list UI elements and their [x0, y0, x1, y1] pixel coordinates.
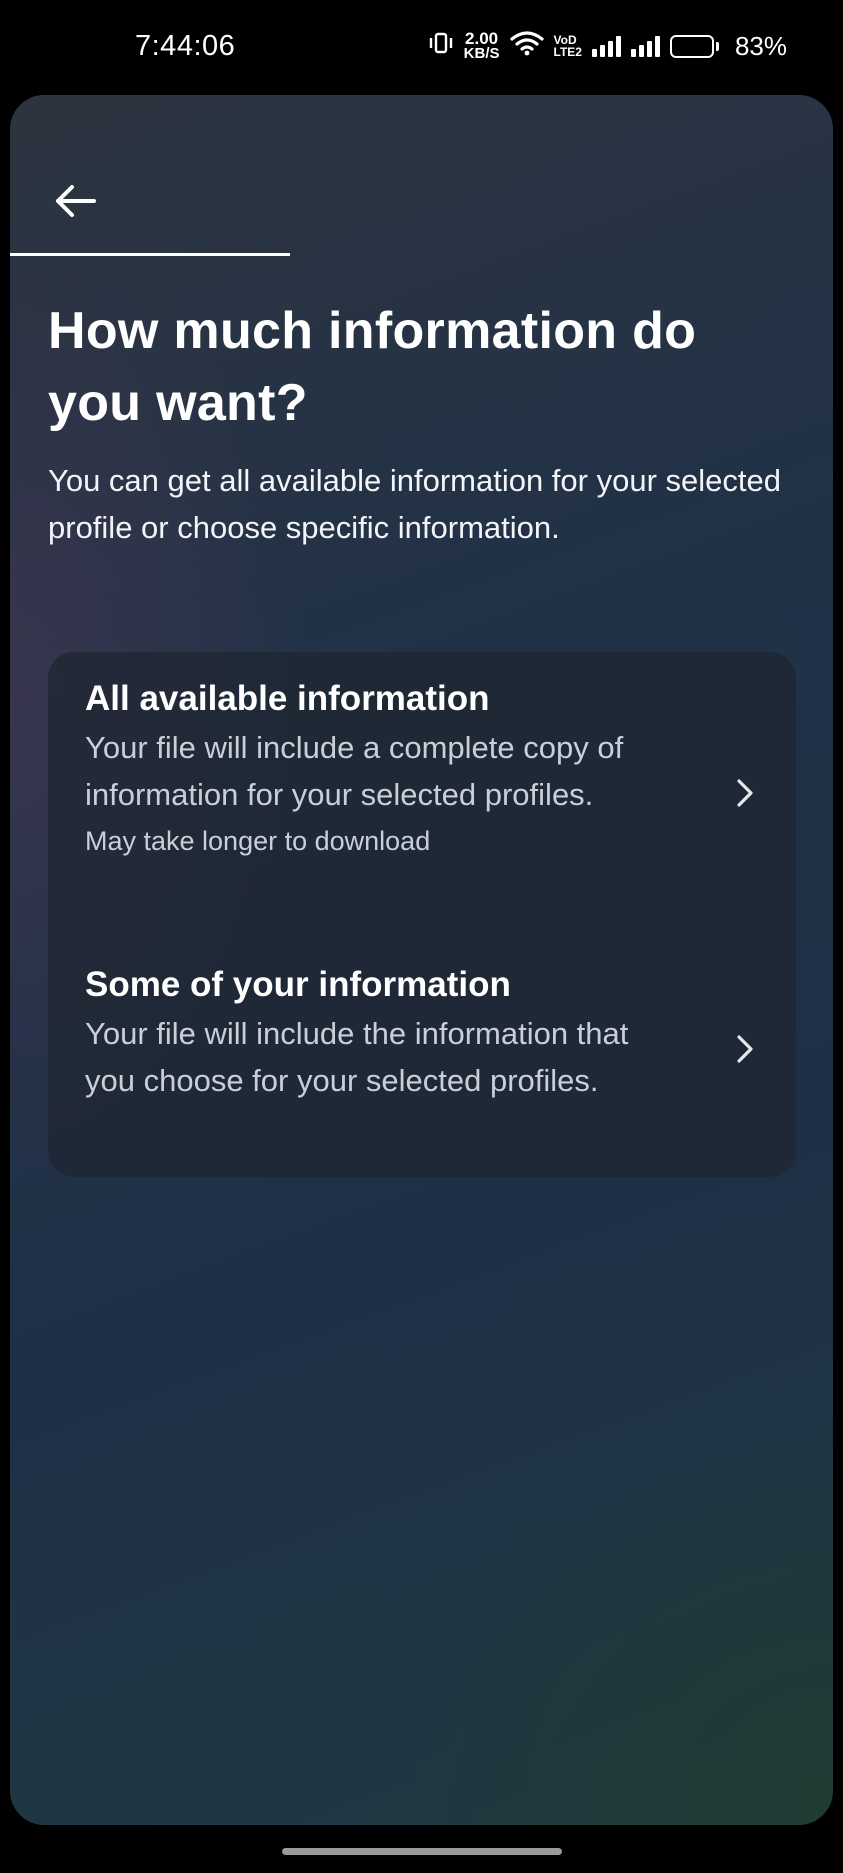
- option-title: All available information: [85, 679, 490, 718]
- option-description: Your file will include a complete copy o…: [85, 730, 624, 812]
- progress-fill: [10, 253, 290, 256]
- chevron-right-icon: [737, 779, 753, 807]
- bottom-sheet: How much information do you want? You ca…: [10, 95, 833, 1825]
- status-bar: 7:44:06 2.00 KB/S VoD LTE2 83%: [0, 0, 843, 92]
- status-time: 7:44:06: [135, 29, 236, 62]
- home-indicator[interactable]: [282, 1848, 562, 1855]
- option-title: Some of your information: [85, 965, 511, 1004]
- battery-icon: [669, 34, 719, 58]
- wifi-icon: [509, 30, 544, 63]
- battery-percent: 83%: [734, 30, 787, 61]
- chevron-right-icon: [737, 1035, 753, 1063]
- progress-bar: [10, 253, 833, 256]
- arrow-left-icon: [56, 185, 96, 217]
- signal-strength-icon-2: [630, 35, 660, 57]
- page-subtitle: You can get all available information fo…: [48, 463, 781, 545]
- status-icons: 2.00 KB/S VoD LTE2 83%: [428, 30, 787, 63]
- options-card: All available information Your file will…: [48, 652, 796, 1177]
- network-speed-unit: KB/S: [463, 44, 500, 62]
- page-title: How much information do you want?: [48, 302, 697, 432]
- signal-strength-icon-1: [591, 35, 621, 57]
- option-all-information[interactable]: All available information Your file will…: [48, 674, 796, 929]
- network-speed: 2.00 KB/S: [463, 30, 500, 62]
- option-description: Your file will include the information t…: [85, 1016, 629, 1098]
- volte-indicator: VoD LTE2: [554, 34, 582, 58]
- volte-bottom-label: LTE2: [553, 45, 582, 59]
- option-some-information[interactable]: Some of your information Your file will …: [48, 960, 796, 1160]
- vibrate-icon: [428, 31, 454, 62]
- back-button[interactable]: [46, 173, 106, 229]
- option-note: May take longer to download: [85, 826, 431, 856]
